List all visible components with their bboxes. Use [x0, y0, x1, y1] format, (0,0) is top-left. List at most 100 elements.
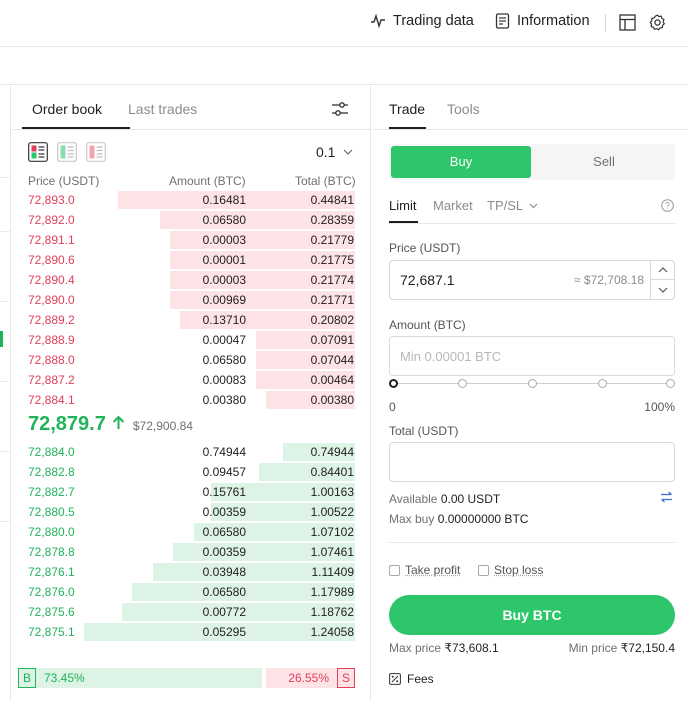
view-both-icon[interactable] [28, 142, 48, 162]
order-type-market[interactable]: Market [433, 198, 473, 213]
min-price-label: Min price [568, 641, 618, 655]
slider-stop-100[interactable] [666, 379, 675, 388]
swap-icon[interactable] [660, 491, 673, 506]
precision-select[interactable]: 0.1 [316, 144, 353, 160]
slider-min-label: 0 [389, 400, 396, 414]
ask-amount: 0.00380 [202, 393, 246, 407]
ask-amount: 0.00003 [202, 233, 246, 247]
slider-stop-0[interactable] [389, 379, 398, 388]
amount-placeholder: Min 0.00001 BTC [400, 349, 502, 364]
header-price: Price (USDT) [28, 174, 100, 188]
trading-data-link[interactable]: Trading data [370, 13, 474, 29]
slider-stop-75[interactable] [598, 379, 607, 388]
ask-row[interactable]: 72,888.9 0.00047 0.07091 [12, 331, 355, 349]
ask-total: 0.00380 [310, 393, 354, 407]
slider-stop-25[interactable] [458, 379, 467, 388]
bid-price: 72,875.1 [28, 625, 75, 639]
ask-total: 0.20802 [310, 313, 354, 327]
bid-amount: 0.74944 [202, 445, 246, 459]
layout-icon[interactable] [619, 14, 636, 34]
bid-price: 72,880.0 [28, 525, 75, 539]
amount-slider[interactable] [389, 378, 675, 390]
bid-row[interactable]: 72,880.5 0.00359 1.00522 [12, 503, 355, 521]
max-buy: Max buy 0.00000000 BTC [389, 512, 528, 526]
total-input[interactable] [389, 442, 675, 482]
ask-row[interactable]: 72,887.2 0.00083 0.00464 [12, 371, 355, 389]
buy-side-button[interactable]: Buy [391, 146, 531, 178]
header-total: Total (BTC) [295, 174, 356, 188]
ask-row[interactable]: 72,890.4 0.00003 0.21774 [12, 271, 355, 289]
buy-btc-button[interactable]: Buy BTC [389, 595, 675, 635]
divider [605, 14, 606, 32]
percent-icon [389, 673, 401, 685]
increment-button[interactable] [651, 261, 674, 280]
buy-badge: B [18, 668, 36, 688]
ask-row[interactable]: 72,884.1 0.00380 0.00380 [12, 391, 355, 409]
bid-row[interactable]: 72,878.8 0.00359 1.07461 [12, 543, 355, 561]
fees-link[interactable]: Fees [389, 672, 434, 686]
price-input[interactable]: 72,687.1 ≈ $72,708.18 [389, 260, 675, 300]
checkbox-box [389, 564, 400, 576]
bid-price: 72,875.6 [28, 605, 75, 619]
view-asks-icon[interactable] [86, 142, 106, 162]
stop-loss-label: Stop loss [494, 563, 544, 577]
arrow-up-icon [112, 415, 125, 429]
order-book-panel: Order book Last trades 0.1 Price (USDT) … [12, 86, 371, 701]
tab-tools[interactable]: Tools [447, 101, 480, 117]
bid-row[interactable]: 72,882.8 0.09457 0.84401 [12, 463, 355, 481]
ask-row[interactable]: 72,891.1 0.00003 0.21779 [12, 231, 355, 249]
take-profit-checkbox[interactable]: Take profit [389, 563, 460, 577]
gear-icon[interactable] [649, 14, 666, 34]
order-type-limit[interactable]: Limit [389, 198, 416, 213]
amount-input[interactable]: Min 0.00001 BTC [389, 336, 675, 376]
tab-order-book[interactable]: Order book [32, 101, 102, 117]
tab-last-trades[interactable]: Last trades [128, 101, 197, 117]
bid-row[interactable]: 72,882.7 0.15761 1.00163 [12, 483, 355, 501]
ask-amount: 0.13710 [202, 313, 246, 327]
view-bids-icon[interactable] [57, 142, 77, 162]
bid-amount: 0.06580 [202, 525, 246, 539]
index-price: $72,900.84 [132, 419, 193, 433]
ask-row[interactable]: 72,893.0 0.16481 0.44841 [12, 191, 355, 209]
ask-amount: 0.00003 [202, 273, 246, 287]
ask-row[interactable]: 72,890.6 0.00001 0.21775 [12, 251, 355, 269]
ask-row[interactable]: 72,888.0 0.06580 0.07044 [12, 351, 355, 369]
ask-amount: 0.00001 [202, 253, 246, 267]
bid-price: 72,880.5 [28, 505, 75, 519]
help-icon[interactable]: ? [661, 199, 674, 215]
max-price-label: Max price [389, 641, 442, 655]
sell-side-button[interactable]: Sell [533, 146, 675, 178]
available-balance: Available 0.00 USDT [389, 492, 500, 506]
left-panel-edge [0, 86, 11, 701]
bid-row[interactable]: 72,875.6 0.00772 1.18762 [12, 603, 355, 621]
order-book-tabs: Order book Last trades [12, 86, 371, 130]
tab-trade[interactable]: Trade [389, 101, 425, 117]
min-price-value: ₹72,150.4 [620, 641, 675, 655]
order-type-tpsl[interactable]: TP/SL [487, 198, 538, 213]
bid-row[interactable]: 72,875.1 0.05295 1.24058 [12, 623, 355, 641]
ask-row[interactable]: 72,890.0 0.00969 0.21771 [12, 291, 355, 309]
bid-total: 1.07461 [310, 545, 354, 559]
decrement-button[interactable] [651, 280, 674, 299]
sell-percentage: 26.55% [288, 671, 329, 685]
bid-price: 72,878.8 [28, 545, 75, 559]
ask-price: 72,892.0 [28, 213, 75, 227]
ask-row[interactable]: 72,889.2 0.13710 0.20802 [12, 311, 355, 329]
last-price: 72,879.7 [28, 413, 106, 435]
bid-amount: 0.09457 [202, 465, 246, 479]
bid-row[interactable]: 72,880.0 0.06580 1.07102 [12, 523, 355, 541]
price-value: 72,687.1 [400, 272, 455, 288]
sliders-icon[interactable] [331, 100, 349, 121]
chevron-down-icon [658, 287, 667, 293]
ask-row[interactable]: 72,892.0 0.06580 0.28359 [12, 211, 355, 229]
bid-total: 1.00163 [310, 485, 354, 499]
information-link[interactable]: Information [495, 13, 590, 29]
ask-price: 72,887.2 [28, 373, 75, 387]
bid-row[interactable]: 72,876.0 0.06580 1.17989 [12, 583, 355, 601]
ask-total: 0.00464 [310, 373, 354, 387]
stop-loss-checkbox[interactable]: Stop loss [478, 563, 543, 577]
bid-row[interactable]: 72,876.1 0.03948 1.11409 [12, 563, 355, 581]
trading-data-label: Trading data [393, 13, 474, 29]
bid-row[interactable]: 72,884.0 0.74944 0.74944 [12, 443, 355, 461]
slider-stop-50[interactable] [528, 379, 537, 388]
